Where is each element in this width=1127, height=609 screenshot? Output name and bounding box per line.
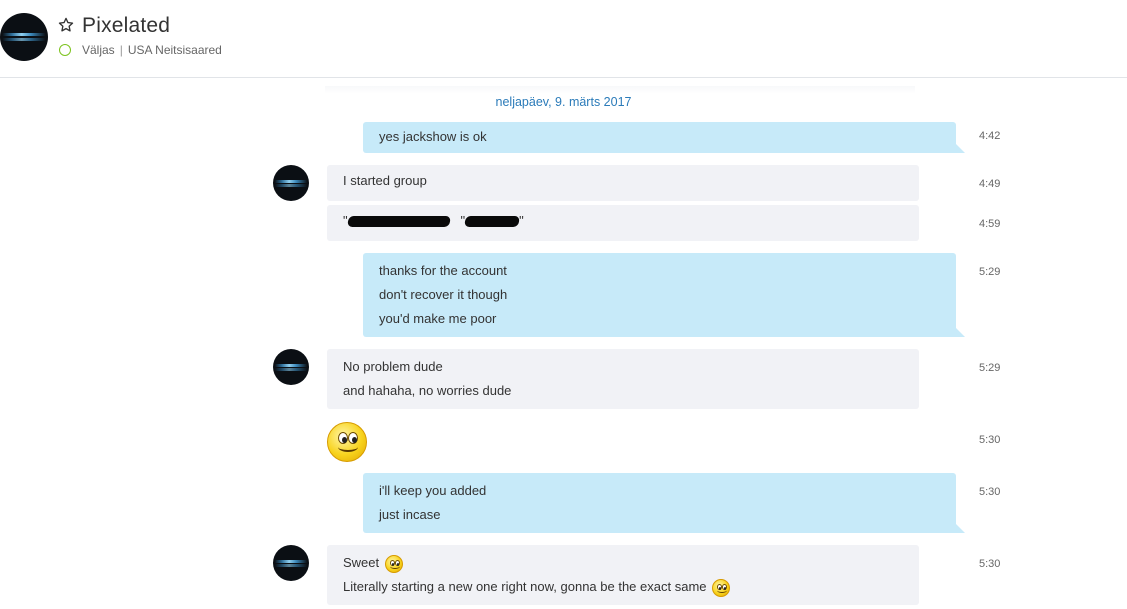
message-time: 4:49 (979, 178, 1001, 190)
message-time: 5:30 (979, 558, 1001, 570)
message-bubble-incoming[interactable]: I started group (327, 165, 919, 201)
presence-text: Väljas (82, 43, 115, 57)
message-text: No problem dude (343, 359, 443, 374)
message-bubble-incoming[interactable]: No problem dude and hahaha, no worries d… (327, 349, 919, 409)
message-bubble-incoming[interactable]: " " " (327, 205, 919, 241)
redacted-scribble (464, 216, 520, 228)
message-bubble-incoming[interactable]: Sweet Literally starting a new one right… (327, 545, 919, 605)
message-time: 5:30 (979, 434, 1001, 446)
contact-name[interactable]: Pixelated (82, 14, 170, 38)
sender-avatar[interactable] (273, 545, 309, 581)
sender-avatar[interactable] (273, 349, 309, 385)
message-bubble-outgoing[interactable]: yes jackshow is ok (363, 122, 965, 153)
message-time: 5:30 (979, 486, 1001, 498)
status-separator: | (119, 43, 123, 57)
smile-emoticon-icon[interactable] (327, 422, 367, 462)
date-divider: neljapäev, 9. märts 2017 (495, 95, 632, 109)
message-bubble-outgoing[interactable]: thanks for the account don't recover it … (363, 253, 965, 337)
message-text: i'll keep you added (379, 483, 487, 498)
scroll-fade (325, 86, 915, 94)
message-time: 5:29 (979, 266, 1001, 278)
favorite-star-icon[interactable] (57, 16, 75, 34)
redacted-scribble (346, 216, 451, 228)
message-time: 5:29 (979, 362, 1001, 374)
presence-away-icon (59, 44, 71, 56)
message-text: thanks for the account (379, 263, 507, 278)
smile-emoticon-icon (384, 554, 403, 573)
message-time: 4:59 (979, 218, 1001, 230)
message-text: Sweet (343, 555, 380, 570)
message-text: Literally starting a new one right now, … (343, 579, 707, 594)
sender-avatar[interactable] (273, 165, 309, 201)
message-text: don't recover it though (379, 287, 508, 302)
contact-location: USA Neitsisaared (127, 43, 222, 57)
message-text: you'd make me poor (379, 311, 497, 326)
message-text: I started group (343, 173, 427, 188)
message-text: just incase (379, 507, 441, 522)
message-text: and hahaha, no worries dude (343, 383, 512, 398)
message-text: yes jackshow is ok (379, 129, 487, 144)
contact-avatar[interactable] (0, 13, 48, 61)
message-bubble-outgoing[interactable]: i'll keep you added just incase (363, 473, 965, 533)
contact-status: Väljas | USA Neitsisaared (82, 43, 222, 57)
conversation-header: Pixelated Väljas | USA Neitsisaared (0, 0, 1127, 78)
redacted-message: " " " (343, 213, 524, 228)
message-time: 4:42 (979, 130, 1001, 142)
smile-emoticon-icon (712, 578, 731, 597)
